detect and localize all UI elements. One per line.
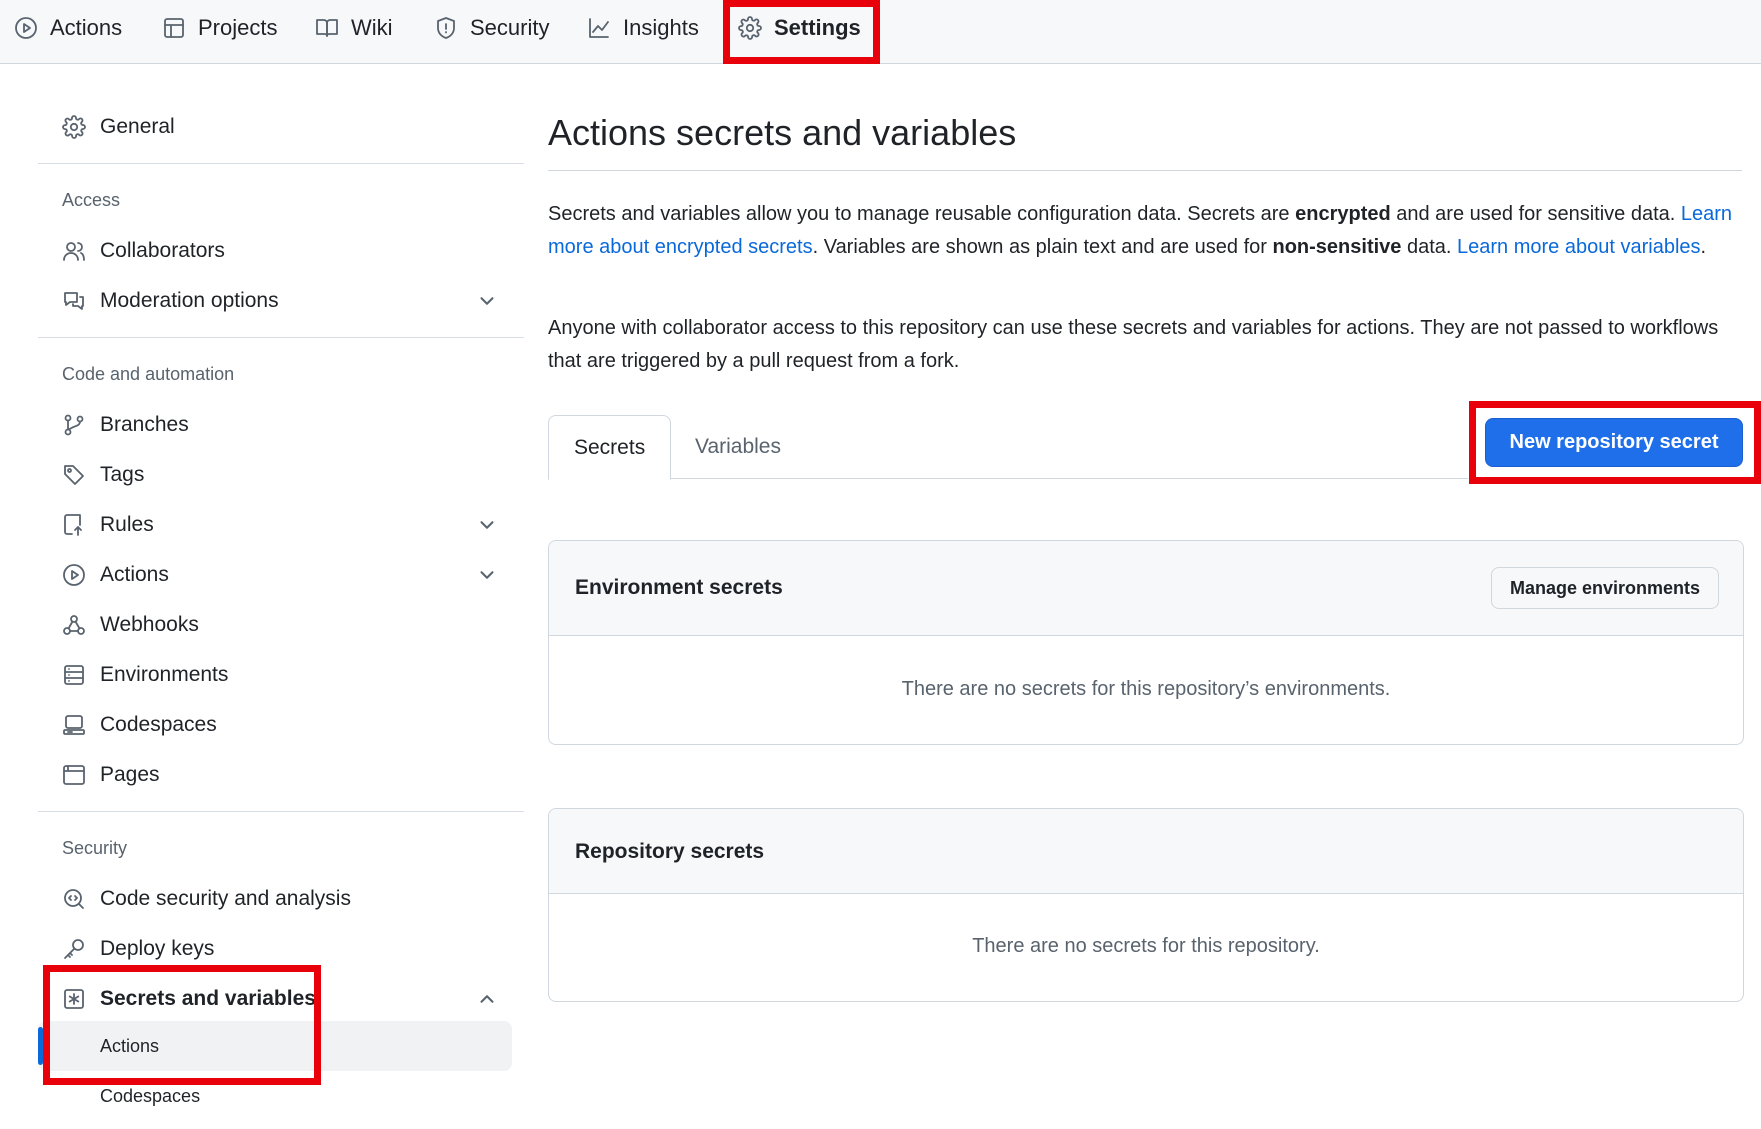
sidebar-item-branches[interactable]: Branches <box>62 405 189 445</box>
description-text: Secrets and variables allow you to manag… <box>548 203 1296 225</box>
sidebar-item-secrets-and-variables[interactable]: Secrets and variables <box>62 979 316 1019</box>
sidebar-item-label: General <box>100 115 175 138</box>
repo-nav: Actions Projects Wiki Security Insights … <box>0 0 1761 64</box>
codescan-icon <box>64 889 84 909</box>
nav-tab-wiki[interactable]: Wiki <box>315 0 393 56</box>
chevron-down-icon[interactable] <box>476 290 498 312</box>
nav-tab-label: Wiki <box>351 15 393 40</box>
server-icon <box>64 665 84 685</box>
nav-tab-label: Projects <box>198 15 278 40</box>
sidebar-item-rules[interactable]: Rules <box>62 505 154 545</box>
sidebar-item-label: Pages <box>100 763 160 786</box>
sidebar-heading-security: Security <box>62 838 128 858</box>
key-asterisk-icon <box>64 989 84 1009</box>
play-circle-icon <box>15 17 37 39</box>
tab-secrets[interactable]: Secrets <box>548 415 672 480</box>
table-icon <box>164 18 184 38</box>
repository-secrets-panel: Repository secrets There are no secrets … <box>548 808 1744 1002</box>
description-bold: non-sensitive <box>1272 236 1402 258</box>
sidebar-item-collaborators[interactable]: Collaborators <box>62 231 225 271</box>
description-collaborator-access: Anyone with collaborator access to this … <box>548 317 1719 372</box>
sidebar-heading-access: Access <box>62 190 121 210</box>
git-branch-icon <box>64 414 84 436</box>
nav-tab-projects[interactable]: Projects <box>162 0 277 56</box>
sidebar-item-moderation-options[interactable]: Moderation options <box>62 281 279 321</box>
sidebar-item-label: Deploy keys <box>100 937 215 960</box>
description-secrets-variables: Secrets and variables allow you to manag… <box>548 198 1748 264</box>
environment-secrets-panel: Environment secrets Manage environments … <box>548 540 1744 745</box>
sidebar-heading-code-automation: Code and automation <box>62 364 235 384</box>
comment-discussion-icon <box>64 292 84 310</box>
tag-icon <box>64 465 84 485</box>
sidebar-subitem-codespaces[interactable]: Codespaces <box>100 1086 200 1107</box>
sidebar-item-label: Rules <box>100 513 154 536</box>
sidebar-item-label: Secrets and variables <box>100 987 316 1010</box>
key-icon <box>64 939 84 959</box>
nav-tab-label: Insights <box>623 15 699 40</box>
nav-tab-label: Actions <box>50 15 123 40</box>
chevron-down-icon[interactable] <box>476 514 498 536</box>
nav-tab-label: Security <box>470 15 550 40</box>
sidebar-divider <box>38 811 524 812</box>
play-circle-icon <box>63 564 85 586</box>
sidebar-item-actions[interactable]: Actions <box>62 555 169 595</box>
sub-item-active-indicator <box>38 1027 43 1065</box>
sidebar-item-deploy-keys[interactable]: Deploy keys <box>62 929 214 969</box>
sidebar-item-label: Actions <box>100 563 169 586</box>
sidebar-divider <box>38 337 524 338</box>
description-bold: encrypted <box>1295 203 1391 225</box>
sidebar-item-general[interactable]: General <box>62 107 175 147</box>
sidebar-item-label: Codespaces <box>100 713 217 736</box>
repository-secrets-title: Repository secrets <box>575 840 765 863</box>
nav-tab-actions[interactable]: Actions <box>14 0 122 56</box>
nav-tab-security[interactable]: Security <box>434 0 549 56</box>
shield-icon <box>437 17 455 39</box>
manage-environments-button[interactable]: Manage environments <box>1490 567 1719 609</box>
tab-variables[interactable]: Variables <box>670 415 806 479</box>
description-text: . <box>1700 236 1707 258</box>
new-repository-secret-button[interactable]: New repository secret <box>1485 418 1743 467</box>
browser-icon <box>63 765 85 785</box>
sidebar-item-label: Webhooks <box>100 613 199 636</box>
sidebar-divider <box>38 163 524 164</box>
description-text: and are used for sensitive data. <box>1390 203 1681 225</box>
environment-secrets-title: Environment secrets <box>575 576 783 599</box>
people-icon <box>63 242 85 261</box>
page-title: Actions secrets and variables <box>548 112 1017 153</box>
sidebar-item-label: Moderation options <box>100 289 279 312</box>
chevron-down-icon[interactable] <box>476 564 498 586</box>
nav-tab-insights[interactable]: Insights <box>587 0 699 56</box>
sidebar-item-environments[interactable]: Environments <box>62 655 228 695</box>
description-text: . Variables are shown as plain text and … <box>812 236 1273 258</box>
sidebar-subitem-actions[interactable]: Actions <box>100 1036 159 1057</box>
secrets-variables-tabs: Secrets Variables <box>548 415 1468 480</box>
link-about-variables[interactable]: Learn more about variables <box>1457 236 1700 258</box>
repo-push-icon <box>64 514 82 536</box>
environment-secrets-empty-message: There are no secrets for this repository… <box>901 678 1391 700</box>
sidebar-item-label: Environments <box>100 663 229 686</box>
sidebar-item-webhooks[interactable]: Webhooks <box>62 605 199 645</box>
sidebar-item-label: Collaborators <box>100 239 225 262</box>
sidebar-item-label: Branches <box>100 413 189 436</box>
sidebar-item-label: Tags <box>100 463 145 486</box>
sidebar-item-code-security[interactable]: Code security and analysis <box>62 879 351 919</box>
sidebar-item-codespaces[interactable]: Codespaces <box>62 705 217 745</box>
nav-tab-settings[interactable]: Settings <box>738 0 861 56</box>
gear-icon <box>738 16 762 40</box>
repository-secrets-empty-message: There are no secrets for this repository… <box>972 935 1320 957</box>
sidebar-item-label: Code security and analysis <box>100 887 351 910</box>
title-divider <box>548 170 1742 171</box>
panel-header: Repository secrets <box>549 809 1743 894</box>
book-icon <box>316 19 338 37</box>
sidebar-item-pages[interactable]: Pages <box>62 755 160 795</box>
gear-icon <box>62 115 86 139</box>
chevron-up-icon[interactable] <box>476 988 498 1010</box>
description-text: data. <box>1401 236 1458 258</box>
sidebar-item-tags[interactable]: Tags <box>62 455 144 495</box>
graph-icon <box>589 18 609 38</box>
webhook-icon <box>63 615 85 635</box>
codespaces-icon <box>63 715 85 735</box>
panel-header: Environment secrets Manage environments <box>549 541 1743 636</box>
nav-tab-label: Settings <box>774 15 861 40</box>
